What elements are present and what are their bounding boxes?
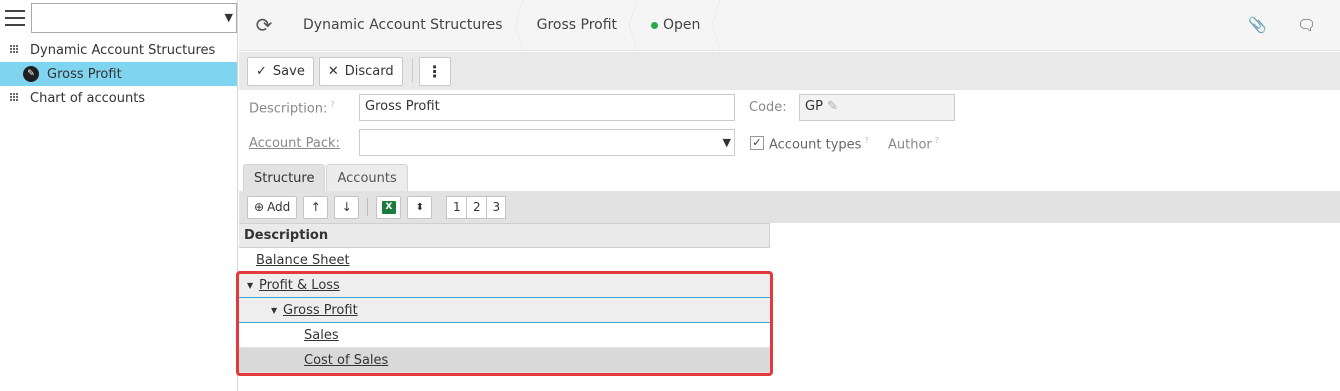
close-icon: ✕ — [327, 63, 339, 79]
move-down-button[interactable]: ↓ — [334, 195, 360, 219]
breadcrumb-item[interactable]: Dynamic Account Structures — [289, 0, 523, 51]
pencil-icon: ✎ — [827, 99, 838, 114]
more-options-button[interactable]: ⋮ — [418, 56, 451, 86]
toolbar-divider — [411, 59, 413, 83]
grid-icon — [10, 45, 20, 55]
table-row[interactable]: Cost of Sales — [239, 348, 770, 373]
sidebar-item-dynamic-account-structures[interactable]: Dynamic Account Structures — [0, 38, 237, 62]
row-label[interactable]: Sales — [304, 328, 339, 343]
account-types-checkbox[interactable]: ✓ — [750, 136, 764, 150]
tab-structure[interactable]: Structure — [243, 164, 326, 191]
save-label: Save — [272, 63, 305, 79]
sidebar-item-label: Dynamic Account Structures — [30, 42, 216, 58]
header-actions: 📎 🗨 — [1248, 16, 1340, 34]
sidebar-select[interactable]: ▼ — [30, 3, 237, 33]
tab-accounts[interactable]: Accounts — [326, 164, 408, 191]
status-dot-icon — [651, 21, 659, 29]
author-label: Author? — [888, 136, 940, 153]
row-label[interactable]: Gross Profit — [283, 303, 358, 318]
sidebar-item-label: Gross Profit — [47, 66, 122, 82]
status-label: Open — [663, 17, 701, 33]
level-2-button[interactable]: 2 — [466, 195, 487, 219]
sidebar-item-gross-profit[interactable]: ✎ Gross Profit — [0, 62, 237, 86]
sort-button[interactable]: ⬍ — [407, 195, 433, 219]
excel-icon: X — [381, 200, 396, 214]
paperclip-icon[interactable]: 📎 — [1248, 16, 1267, 34]
status-badge: Open — [637, 0, 721, 51]
toolbar: ✓ Save ✕ Discard ⋮ — [239, 52, 1340, 90]
sidebar-top: ▼ — [0, 0, 237, 36]
grid-icon — [10, 93, 20, 103]
sidebar: ▼ Dynamic Account Structures ✎ Gross Pro… — [0, 0, 238, 391]
level-selector: 1 2 3 — [446, 195, 507, 219]
row-label[interactable]: Cost of Sales — [304, 353, 388, 368]
refresh-icon[interactable]: ⟳ — [239, 13, 289, 37]
move-up-button[interactable]: ↑ — [303, 195, 329, 219]
arrow-down-icon: ↓ — [341, 200, 352, 214]
toolbar-divider — [367, 198, 369, 216]
structure-toolbar: ⊕ Add ↑ ↓ X ⬍ 1 2 3 — [239, 191, 1340, 223]
breadcrumb-label: Dynamic Account Structures — [303, 17, 503, 33]
dropdown-caret-icon: ▼ — [722, 136, 731, 149]
expand-triangle-icon[interactable]: ▼ — [247, 281, 255, 290]
sidebar-item-chart-of-accounts[interactable]: Chart of accounts — [0, 86, 237, 110]
table-row[interactable]: ▼ Profit & Loss — [239, 273, 770, 298]
pencil-icon: ✎ — [23, 66, 39, 82]
discard-label: Discard — [344, 63, 394, 79]
row-label[interactable]: Balance Sheet — [256, 253, 350, 268]
comment-icon[interactable]: 🗨 — [1297, 16, 1316, 34]
table-row[interactable]: Sales — [239, 323, 770, 348]
table-row[interactable]: ▼ Gross Profit — [239, 298, 770, 323]
export-excel-button[interactable]: X — [376, 195, 402, 219]
level-3-button[interactable]: 3 — [486, 195, 507, 219]
account-pack-select[interactable]: ▼ — [359, 129, 735, 156]
record-form: Description:? Gross Profit Code: GP ✎ Ac… — [239, 90, 1340, 165]
checkmark-icon: ✓ — [256, 63, 267, 79]
code-field[interactable]: GP ✎ — [799, 94, 955, 121]
sort-updown-icon: ⬍ — [415, 201, 424, 213]
breadcrumb-header: ⟳ Dynamic Account Structures Gross Profi… — [239, 0, 1340, 51]
account-pack-label[interactable]: Account Pack: — [249, 136, 340, 151]
plus-circle-icon: ⊕ — [254, 200, 265, 214]
expand-triangle-icon[interactable]: ▼ — [271, 306, 279, 315]
discard-button[interactable]: ✕ Discard — [318, 56, 403, 86]
tab-strip: Structure Accounts — [243, 164, 409, 191]
add-button[interactable]: ⊕ Add — [247, 195, 298, 219]
breadcrumb-item[interactable]: Gross Profit — [523, 0, 638, 51]
breadcrumb-label: Gross Profit — [536, 17, 618, 33]
description-field[interactable]: Gross Profit — [359, 94, 735, 121]
more-vertical-icon: ⋮ — [426, 61, 443, 81]
save-button[interactable]: ✓ Save — [247, 56, 314, 86]
row-label[interactable]: Profit & Loss — [259, 278, 340, 293]
account-types-label: Account types? — [769, 136, 869, 153]
table-row[interactable]: Balance Sheet — [239, 248, 770, 273]
sidebar-item-label: Chart of accounts — [30, 90, 146, 106]
structure-tree-grid: Description Balance Sheet ▼ Profit & Los… — [239, 223, 770, 373]
hamburger-menu-icon[interactable] — [5, 10, 25, 26]
dropdown-caret-icon: ▼ — [224, 11, 233, 24]
code-label: Code: — [749, 100, 787, 115]
description-label: Description:? — [249, 100, 335, 117]
arrow-up-icon: ↑ — [310, 200, 321, 214]
column-header-description[interactable]: Description — [239, 223, 770, 248]
level-1-button[interactable]: 1 — [446, 195, 467, 219]
